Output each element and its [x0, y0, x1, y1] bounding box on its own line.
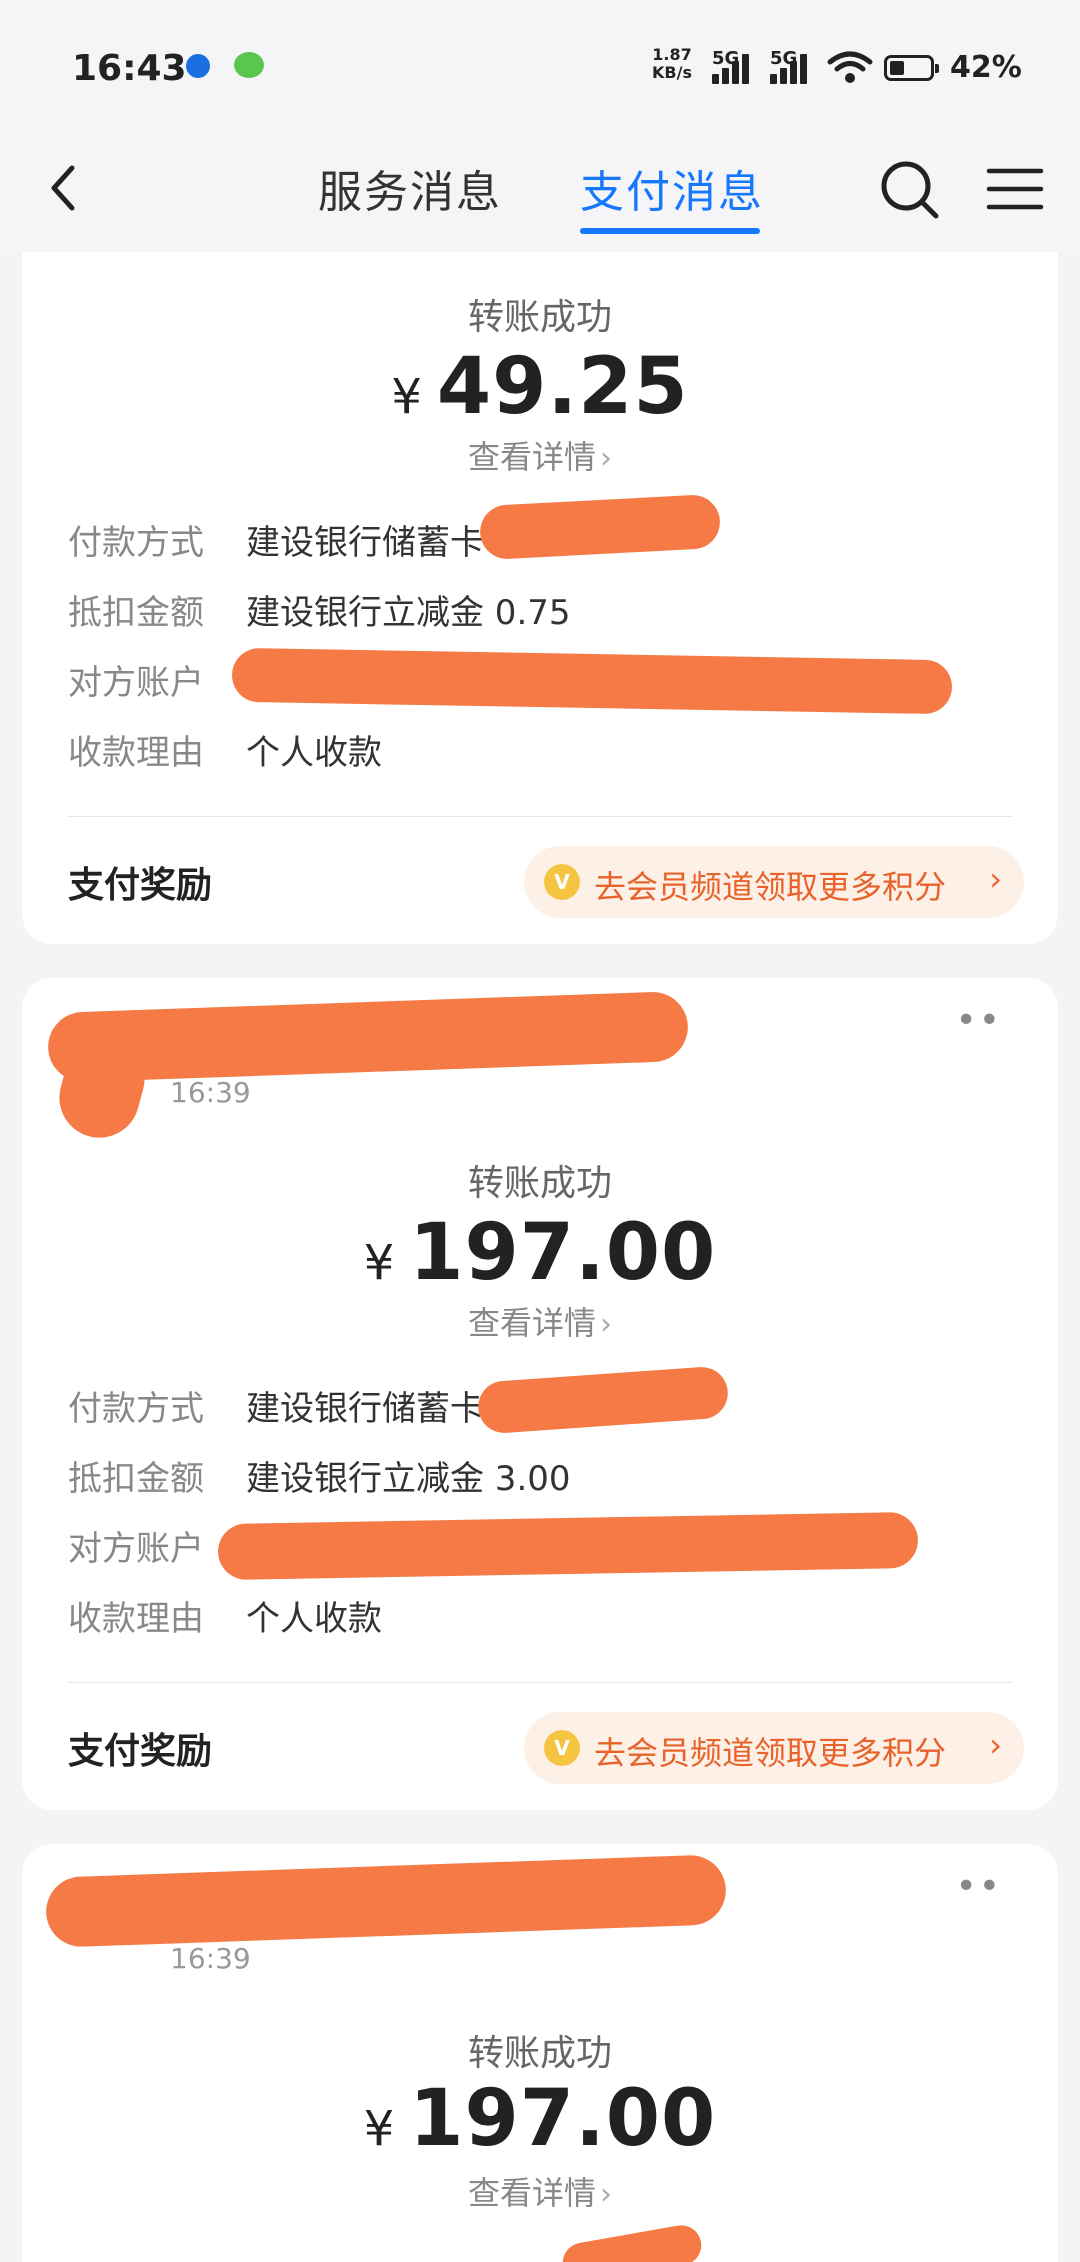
transfer-amount: ¥49.25: [22, 342, 1058, 432]
row-value: 个人收款: [246, 1599, 382, 1639]
tab-service-messages[interactable]: 服务消息: [318, 156, 502, 220]
info-row-reason: 收款理由 个人收款: [68, 1596, 382, 1642]
tab-payment-messages[interactable]: 支付消息: [580, 156, 764, 220]
info-row-deduction: 抵扣金额 建设银行立减金 3.00: [68, 1456, 571, 1502]
row-label: 对方账户: [68, 663, 204, 703]
transfer-status: 转账成功: [467, 2033, 612, 2074]
row-label: 付款方式: [68, 523, 204, 563]
amount-value: 197.00: [409, 2074, 717, 2164]
more-options-icon[interactable]: ••: [956, 1000, 1002, 1041]
status-time: 16:43: [72, 48, 187, 89]
row-label: 收款理由: [68, 733, 204, 773]
row-label: 抵扣金额: [68, 593, 204, 633]
view-details-link[interactable]: 查看详情 ›: [22, 1298, 1058, 1344]
network-speed: 1.87 KB/s: [652, 45, 692, 82]
member-points-button[interactable]: V 去会员频道领取更多积分 ›: [524, 1712, 1024, 1784]
member-points-label: 去会员频道领取更多积分: [594, 1734, 947, 1772]
currency-symbol: ¥: [363, 1235, 396, 1291]
redaction-mark: [44, 1854, 728, 1948]
info-row-payment-method: 付款方式 建设银行储蓄卡: [68, 1386, 484, 1432]
amount-value: 49.25: [436, 342, 689, 432]
payment-card[interactable]: 16:39 •• 转账成功 ¥197.00 查看详情 › 付款方式 建设银行储蓄卡 …: [22, 978, 1058, 1810]
member-points-label: 去会员频道领取更多积分: [594, 868, 947, 906]
redaction-mark: [231, 647, 953, 715]
chevron-right-icon: ›: [600, 441, 612, 476]
status-bar: 16:43 1.87 KB/s 5G 5G 42%: [0, 0, 1080, 140]
redaction-mark: [559, 2222, 705, 2262]
row-label: 付款方式: [68, 1389, 204, 1429]
member-points-button[interactable]: V 去会员频道领取更多积分 ›: [524, 846, 1024, 918]
top-nav: 服务消息 支付消息: [0, 140, 1080, 250]
row-label: 收款理由: [68, 1599, 204, 1639]
view-details-label: 查看详情: [467, 438, 596, 476]
reward-title: 支付奖励: [68, 1731, 213, 1772]
signal-bars-icon: [770, 52, 812, 84]
info-row-payee-account: 对方账户: [68, 660, 246, 706]
row-value: 建设银行储蓄卡: [246, 1389, 484, 1429]
redaction-mark: [478, 493, 722, 561]
active-tab-indicator: [580, 228, 760, 234]
amount-value: 197.00: [409, 1208, 717, 1298]
currency-symbol: ¥: [391, 369, 423, 425]
row-value: 个人收款: [246, 733, 382, 773]
wechat-icon: [234, 52, 264, 78]
view-details-label: 查看详情: [467, 1304, 596, 1342]
redaction-mark: [217, 1511, 919, 1581]
coin-icon: V: [544, 864, 580, 900]
row-value: 建设银行立减金 0.75: [246, 593, 571, 633]
chevron-right-icon: ›: [600, 2177, 612, 2212]
back-arrow-icon[interactable]: [40, 158, 90, 218]
chevron-right-icon: ›: [989, 860, 1002, 898]
row-value: 建设银行储蓄卡: [246, 523, 484, 563]
search-icon[interactable]: [878, 158, 942, 222]
transfer-amount: ¥197.00: [22, 2074, 1058, 2164]
transfer-amount: ¥197.00: [22, 1208, 1058, 1298]
signal-bars-icon: [712, 52, 754, 84]
payment-card[interactable]: 16:39 •• 转账成功 ¥197.00 查看详情 ›: [22, 1844, 1058, 2262]
message-time: 16:39: [170, 1942, 251, 1975]
transfer-status: 转账成功: [467, 1163, 612, 1204]
message-time: 16:39: [170, 1076, 251, 1109]
redaction-mark: [476, 1365, 730, 1435]
more-options-icon[interactable]: ••: [956, 1866, 1002, 1907]
battery-percent: 42%: [950, 50, 1022, 85]
chevron-right-icon: ›: [989, 1726, 1002, 1764]
divider: [68, 816, 1012, 817]
bank-app-icon: [186, 54, 210, 78]
view-details-link[interactable]: 查看详情 ›: [22, 2168, 1058, 2214]
view-details-label: 查看详情: [467, 2174, 596, 2212]
transfer-status: 转账成功: [467, 297, 612, 338]
divider: [68, 1682, 1012, 1683]
menu-icon[interactable]: [986, 166, 1044, 212]
reward-title: 支付奖励: [68, 865, 213, 906]
wifi-icon: [827, 51, 873, 83]
currency-symbol: ¥: [363, 2101, 396, 2157]
view-details-link[interactable]: 查看详情 ›: [22, 432, 1058, 478]
chevron-right-icon: ›: [600, 1307, 612, 1342]
info-row-reason: 收款理由 个人收款: [68, 730, 382, 776]
battery-icon: [884, 55, 939, 81]
row-value: 建设银行立减金 3.00: [246, 1459, 571, 1499]
row-label: 抵扣金额: [68, 1459, 204, 1499]
coin-icon: V: [544, 1730, 580, 1766]
info-row-payment-method: 付款方式 建设银行储蓄卡: [68, 520, 484, 566]
info-row-deduction: 抵扣金额 建设银行立减金 0.75: [68, 590, 571, 636]
payment-card[interactable]: 转账成功 ¥49.25 查看详情 › 付款方式 建设银行储蓄卡 抵扣金额 建设银行立减…: [22, 252, 1058, 944]
